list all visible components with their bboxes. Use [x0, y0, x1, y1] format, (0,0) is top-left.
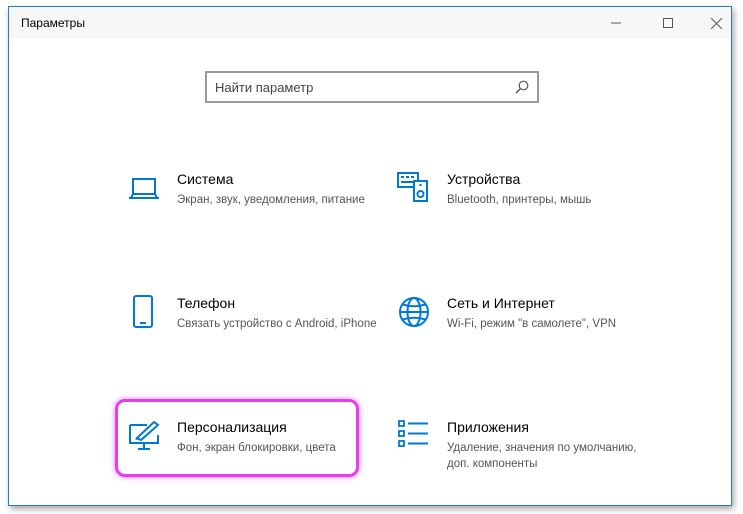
- settings-window: Параметры Система Экран, з: [8, 6, 732, 506]
- tile-network-description: Wi-Fi, режим "в самолете", VPN: [447, 318, 617, 330]
- tile-personalization-title: Персонализация: [177, 419, 287, 435]
- tile-system-title: Система: [177, 171, 234, 187]
- laptop-icon: [127, 171, 161, 205]
- personalization-icon: [127, 419, 161, 453]
- close-icon: [710, 17, 722, 29]
- minimize-icon: [611, 22, 621, 24]
- maximize-button[interactable]: [645, 7, 691, 39]
- minimize-button[interactable]: [593, 7, 639, 39]
- tile-apps-title: Приложения: [447, 419, 529, 435]
- tile-phone[interactable]: Телефон Связать устройство с Android, iP…: [127, 295, 377, 375]
- search-box[interactable]: [205, 71, 539, 103]
- phone-icon: [127, 295, 161, 329]
- tile-phone-title: Телефон: [177, 295, 236, 311]
- maximize-icon: [663, 18, 673, 28]
- tile-personalization[interactable]: Персонализация Фон, экран блокировки, цв…: [127, 419, 377, 499]
- tile-phone-description: Связать устройство с Android, iPhone: [177, 318, 377, 330]
- title-bar[interactable]: Параметры: [9, 7, 731, 39]
- apps-list-icon: [397, 419, 431, 453]
- search-input[interactable]: [215, 77, 505, 97]
- tile-network-title: Сеть и Интернет: [447, 295, 555, 311]
- close-button[interactable]: [693, 7, 739, 39]
- tile-apps-description: Удаление, значения по умолчанию, доп. ко…: [447, 442, 637, 470]
- tile-devices-description: Bluetooth, принтеры, мышь: [447, 194, 592, 206]
- window-title: Параметры: [21, 16, 85, 30]
- tile-system[interactable]: Система Экран, звук, уведомления, питани…: [127, 171, 377, 251]
- tile-apps[interactable]: Приложения Удаление, значения по умолчан…: [397, 419, 647, 499]
- search-icon[interactable]: [515, 80, 529, 99]
- tile-system-description: Экран, звук, уведомления, питание: [177, 194, 365, 206]
- tile-personalization-description: Фон, экран блокировки, цвета: [177, 442, 336, 454]
- globe-icon: [397, 295, 431, 329]
- tile-network[interactable]: Сеть и Интернет Wi-Fi, режим "в самолете…: [397, 295, 647, 375]
- tile-devices[interactable]: Устройства Bluetooth, принтеры, мышь: [397, 171, 647, 251]
- tile-devices-title: Устройства: [447, 171, 521, 187]
- devices-icon: [397, 171, 431, 205]
